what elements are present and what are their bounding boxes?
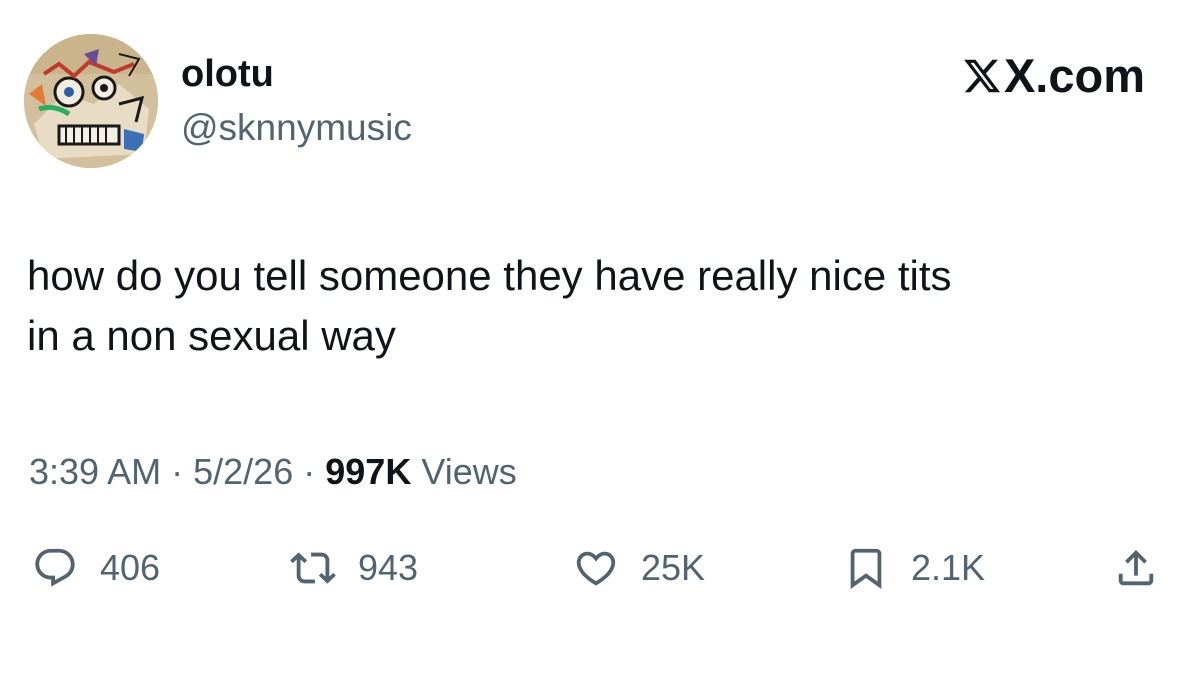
heart-icon [573, 545, 619, 591]
reply-button[interactable]: 406 [32, 538, 160, 598]
reply-icon [32, 545, 78, 591]
avatar-image [24, 34, 158, 168]
meta-separator: · [171, 451, 184, 492]
retweet-button[interactable]: 943 [290, 538, 418, 598]
avatar[interactable] [24, 34, 158, 168]
x-logo-icon [962, 56, 1002, 96]
like-count: 25K [641, 547, 706, 588]
retweet-icon [290, 545, 336, 591]
retweet-count: 943 [358, 547, 419, 588]
tweet-date[interactable]: 5/2/26 [193, 451, 293, 492]
share-button[interactable] [1113, 538, 1159, 598]
meta-separator: · [303, 451, 316, 492]
like-button[interactable]: 25K [573, 538, 705, 598]
author-handle[interactable]: @sknnymusic [181, 106, 412, 150]
share-icon [1113, 545, 1159, 591]
tweet-time[interactable]: 3:39 AM [29, 451, 161, 492]
bookmark-icon [843, 545, 889, 591]
action-bar: 406 943 25K 2.1K [0, 538, 1199, 598]
reply-count: 406 [100, 547, 161, 588]
tweet-card: olotu @sknnymusic X.com how do you tell … [0, 0, 1199, 674]
bookmark-button[interactable]: 2.1K [843, 538, 985, 598]
brand-logo: X.com [962, 50, 1145, 102]
bookmark-count: 2.1K [911, 547, 986, 588]
brand-domain: X.com [1003, 49, 1145, 102]
author-display-name[interactable]: olotu [181, 52, 274, 96]
views-count[interactable]: 997K [325, 451, 411, 492]
views-label[interactable]: Views [421, 451, 516, 492]
tweet-meta: 3:39 AM · 5/2/26 · 997K Views [29, 448, 517, 496]
tweet-text: how do you tell someone they have really… [27, 252, 952, 359]
